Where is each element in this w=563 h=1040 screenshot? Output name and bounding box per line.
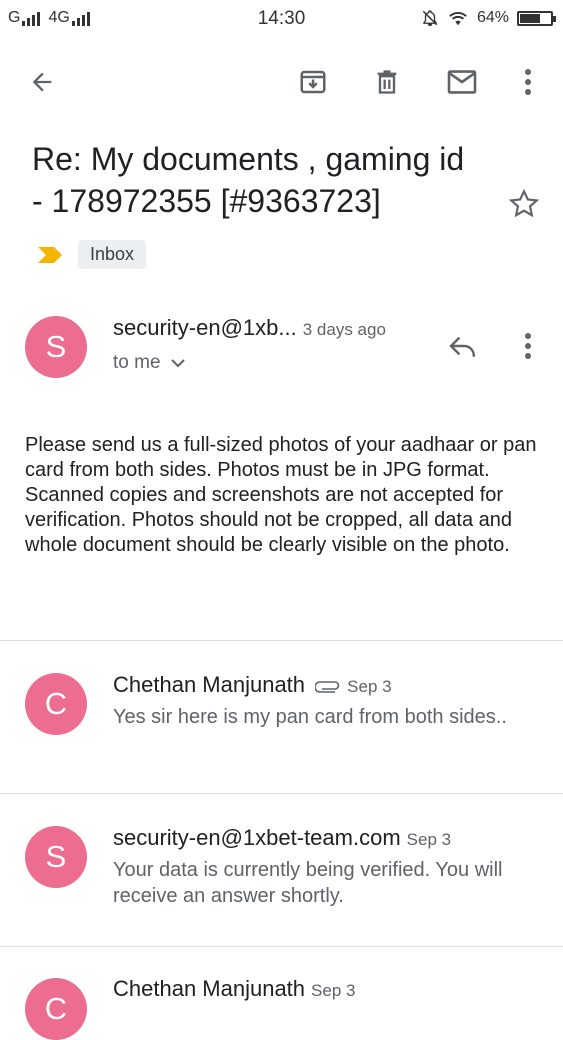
message-date: Sep 3 <box>406 830 452 849</box>
sender-name: Chethan Manjunath <box>113 976 306 1001</box>
wifi-icon <box>449 12 467 26</box>
message-header[interactable]: Chethan Manjunath Sep 3 <box>113 976 355 1002</box>
avatar[interactable]: S <box>25 316 87 378</box>
notifications-off-icon <box>422 10 438 27</box>
archive-icon <box>300 70 326 94</box>
delete-button[interactable] <box>365 60 409 104</box>
back-button[interactable] <box>20 60 64 104</box>
archive-button[interactable] <box>291 60 335 104</box>
mail-icon <box>447 70 477 94</box>
avatar[interactable]: S <box>25 826 87 888</box>
status-bar: G 4G 14:30 64% <box>0 0 563 40</box>
divider <box>0 946 563 947</box>
labels-row: Inbox <box>36 240 147 269</box>
divider <box>0 793 563 794</box>
message-more-button[interactable] <box>506 324 550 368</box>
battery-icon <box>517 10 556 26</box>
important-marker-icon[interactable] <box>36 245 64 265</box>
message-header[interactable]: security-en@1xbet-team.com Sep 3 <box>113 825 451 851</box>
more-vert-icon <box>525 333 531 359</box>
star-button[interactable] <box>508 188 540 225</box>
reply-icon <box>449 336 475 357</box>
divider <box>0 640 563 641</box>
message-header[interactable]: security-en@1xb... 3 days ago <box>113 315 386 341</box>
more-vert-icon <box>525 69 531 95</box>
more-options-button[interactable] <box>506 60 550 104</box>
avatar[interactable]: C <box>25 673 87 735</box>
body-paragraph: Please send us a full-sized photos of yo… <box>25 434 537 481</box>
chevron-down-icon <box>170 359 185 368</box>
body-paragraph: Scanned copies and screenshots are not a… <box>25 484 512 556</box>
reply-button[interactable] <box>441 324 485 368</box>
sender-name: security-en@1xb... <box>113 315 297 340</box>
message-snippet[interactable]: Yes sir here is my pan card from both si… <box>113 704 533 730</box>
sender-name: Chethan Manjunath <box>113 672 306 697</box>
message-header[interactable]: Chethan Manjunath Sep 3 <box>113 672 392 698</box>
message-date: Sep 3 <box>311 981 356 1000</box>
mark-unread-button[interactable] <box>440 60 484 104</box>
avatar[interactable]: C <box>25 978 87 1040</box>
toolbar <box>0 50 563 112</box>
sender-name: security-en@1xbet-team.com <box>113 825 401 850</box>
recipient-details[interactable]: to me <box>113 352 185 374</box>
message-date: Sep 3 <box>347 677 392 696</box>
message-snippet[interactable]: Your data is currently being verified. Y… <box>113 857 533 909</box>
star-icon <box>508 188 540 218</box>
recipient-label: to me <box>113 352 161 373</box>
battery-fill <box>520 13 541 23</box>
back-arrow-icon <box>32 72 52 92</box>
trash-icon <box>377 70 397 94</box>
status-right: 64% <box>421 9 556 27</box>
message-body: Please send us a full-sized photos of yo… <box>25 433 545 558</box>
email-subject: Re: My documents , gaming id - 178972355… <box>32 141 465 219</box>
battery-percent: 64% <box>476 9 509 26</box>
inbox-label-chip[interactable]: Inbox <box>78 240 147 269</box>
attachment-icon <box>314 681 340 693</box>
message-date: 3 days ago <box>302 320 386 339</box>
